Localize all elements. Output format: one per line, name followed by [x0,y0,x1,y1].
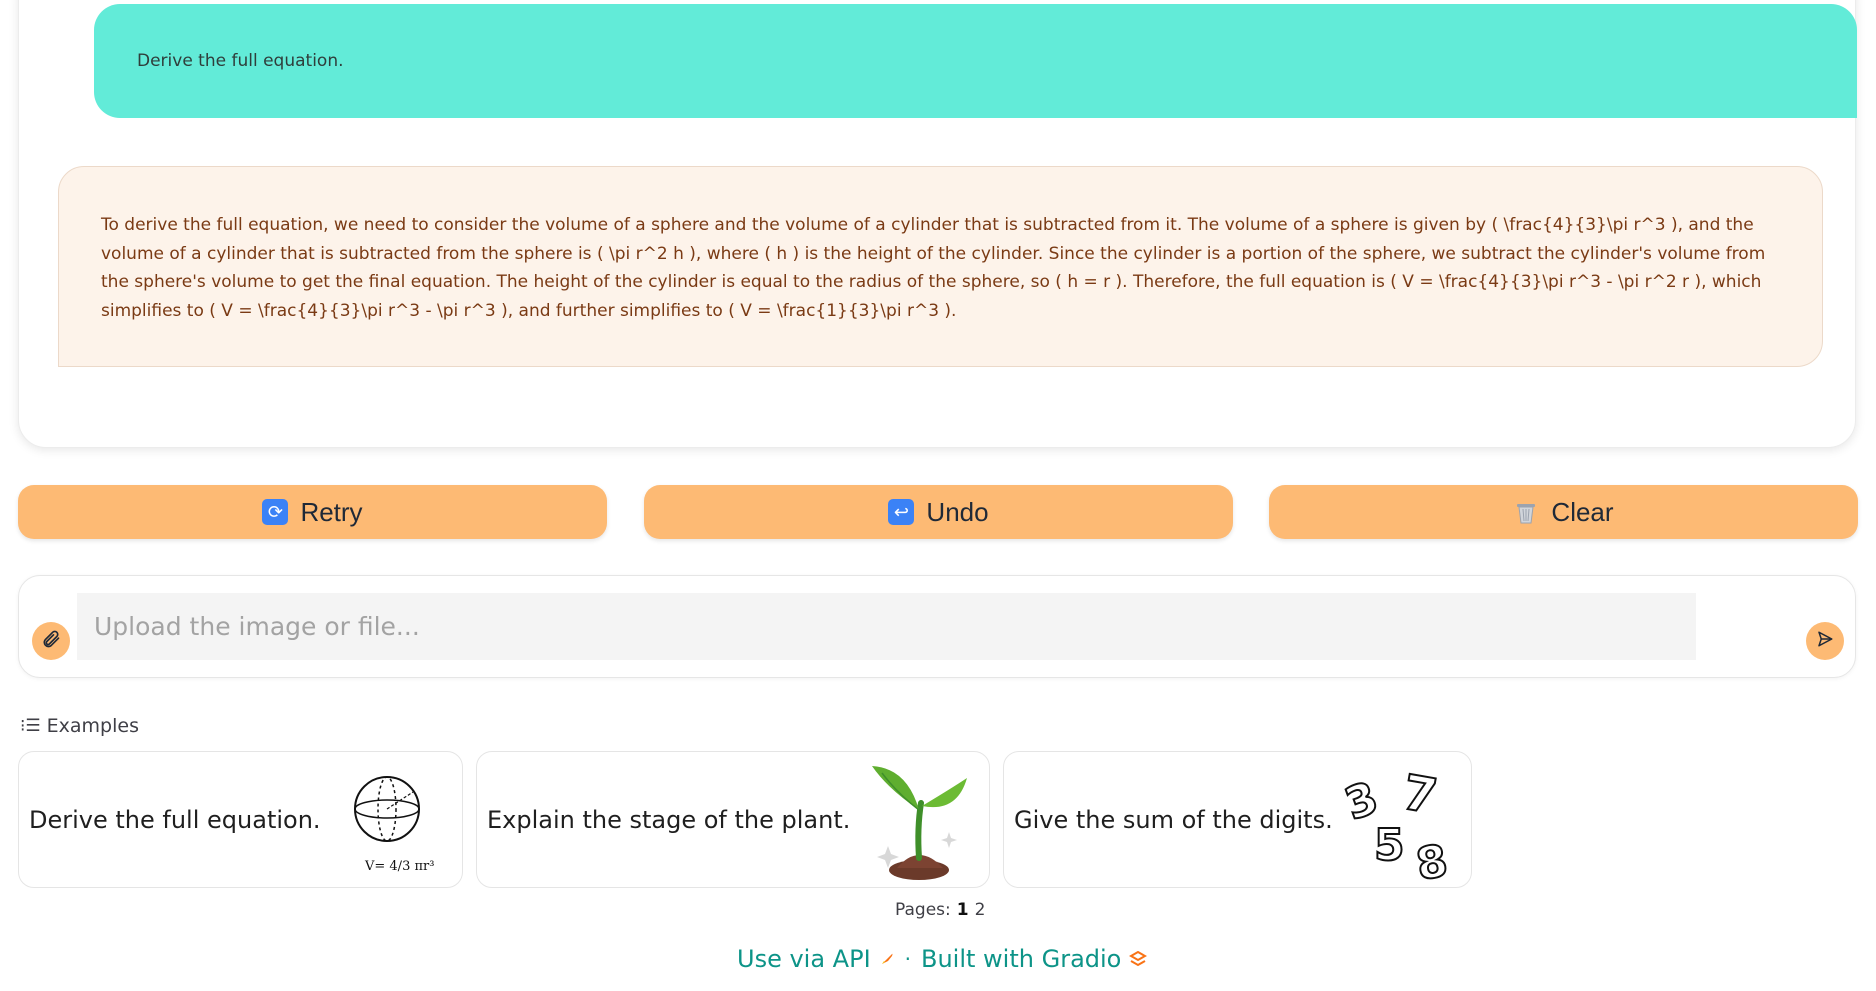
paperclip-icon [41,629,61,653]
digit-glyph: 5 [1374,820,1405,871]
example-card-digits[interactable]: Give the sum of the digits. 3 7 5 8 [1003,751,1472,892]
built-with-gradio-link[interactable]: Built with Gradio [921,945,1148,973]
examples-label: Examples [46,715,139,737]
sphere-icon: V= 4/3 πr³ [353,772,443,876]
example-card-equation[interactable]: Derive the full equation. V= 4/3 πr³ [18,751,463,888]
digit-glyph: 7 [1398,770,1441,825]
retry-button[interactable]: ⟳ Retry [18,485,607,539]
user-message-text: Derive the full equation. [137,51,344,71]
retry-label: Retry [300,496,363,527]
retry-icon: ⟳ [262,499,289,525]
clear-button[interactable]: Clear [1269,485,1858,539]
message-input[interactable] [77,593,1696,660]
formula-label: V= 4/3 πr³ [364,859,434,872]
undo-label: Undo [926,496,989,527]
trash-icon [1513,499,1539,525]
bot-message-text: To derive the full equation, we need to … [101,215,1766,321]
list-icon: ⁝☰ [20,716,41,736]
digit-glyph: 8 [1412,835,1451,880]
chat-panel: Derive the full equation. To derive the … [18,0,1857,448]
page-2[interactable]: 2 [975,900,986,920]
footer: Use via API · Built with Gradio [737,945,1148,973]
multimodal-input [18,575,1856,678]
use-via-api-link[interactable]: Use via API [737,945,895,973]
pages-label: Pages: [895,900,951,920]
footer-separator: · [904,947,911,971]
page-1[interactable]: 1 [957,900,969,920]
plant-icon [867,758,977,887]
digits-icon: 3 7 5 8 [1338,763,1454,891]
attach-button[interactable] [32,622,70,660]
send-icon [1816,630,1834,652]
clear-label: Clear [1551,496,1614,527]
pagination: Pages: 1 2 [895,900,985,920]
undo-button[interactable]: ↩ Undo [644,485,1233,539]
rocket-icon [879,945,895,973]
example-text: Derive the full equation. [29,805,321,834]
example-text: Explain the stage of the plant. [487,805,851,834]
bot-message: To derive the full equation, we need to … [58,166,1823,367]
user-message: Derive the full equation. [94,4,1857,118]
gradio-logo-icon [1129,945,1148,973]
example-card-plant[interactable]: Explain the stage of the plant. [476,751,990,888]
send-button[interactable] [1806,622,1844,660]
examples-header: ⁝☰ Examples [20,715,139,737]
undo-icon: ↩ [888,499,915,525]
example-text: Give the sum of the digits. [1014,805,1333,834]
